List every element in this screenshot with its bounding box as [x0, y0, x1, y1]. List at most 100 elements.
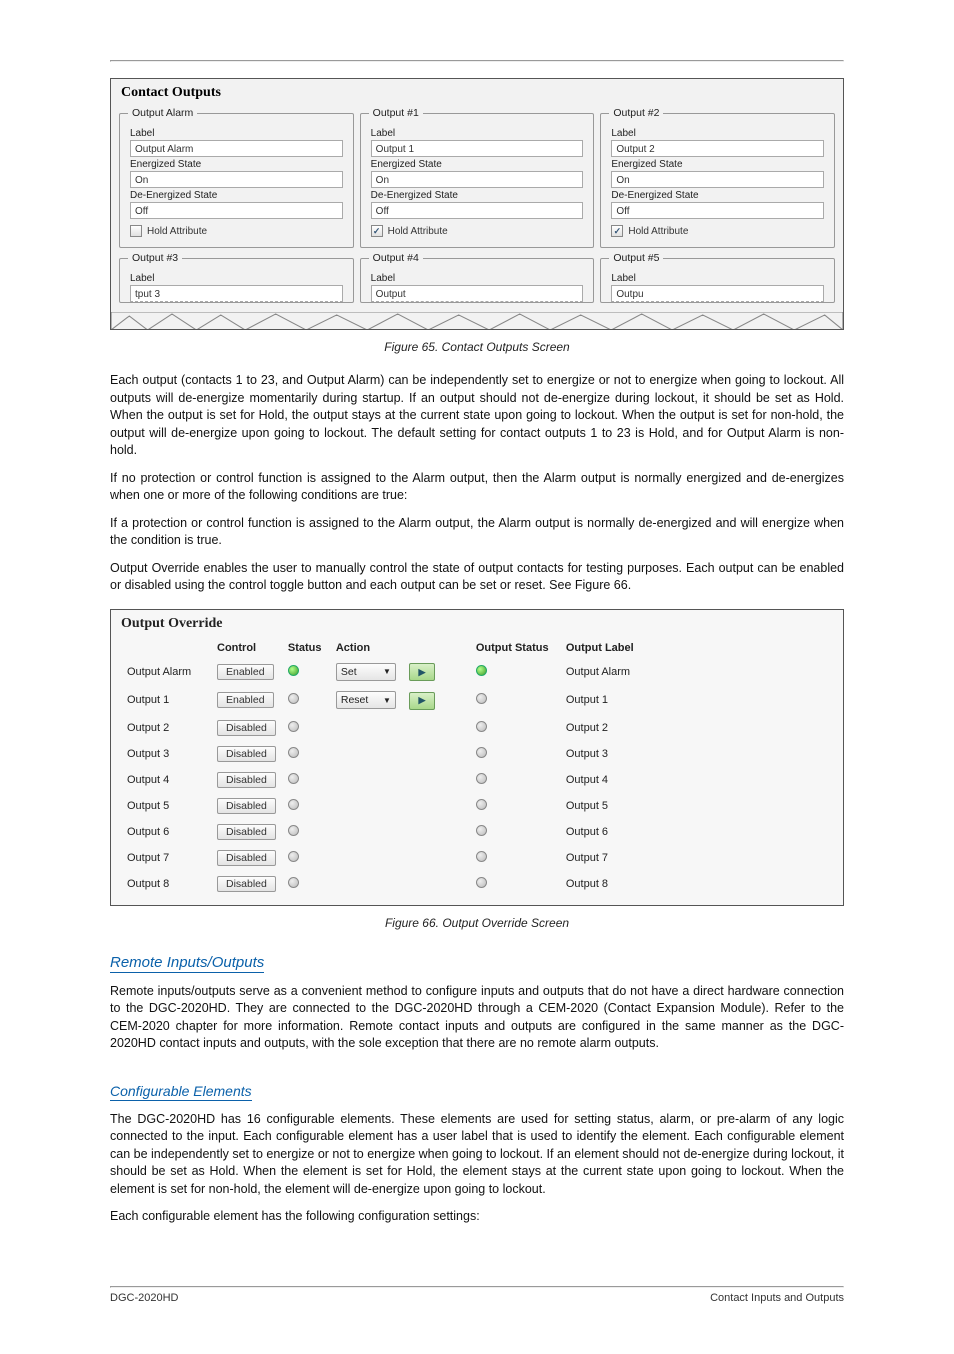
label-caption: Label — [371, 128, 584, 139]
hold-checkbox[interactable] — [611, 225, 623, 237]
energized-input[interactable]: On — [130, 171, 343, 188]
output-label: Output 8 — [560, 871, 833, 897]
row-name: Output 4 — [121, 767, 211, 793]
output-status-led — [476, 799, 487, 810]
control-toggle[interactable]: Disabled — [217, 772, 276, 788]
output-status-led — [476, 773, 487, 784]
row-name: Output 8 — [121, 871, 211, 897]
output-label: Output 2 — [560, 715, 833, 741]
footer: DGC-2020HD Contact Inputs and Outputs — [110, 1288, 844, 1314]
output-override-table: Control Status Action Output Status Outp… — [121, 638, 833, 897]
status-led — [288, 747, 299, 758]
contact-outputs-panel: Contact Outputs Output Alarm Label Outpu… — [110, 78, 844, 330]
para: If no protection or control function is … — [110, 470, 844, 505]
section-configurable-heading: Configurable Elements — [110, 1083, 252, 1101]
label-input[interactable]: Output Alarm — [130, 140, 343, 157]
label-input[interactable]: tput 3 — [130, 285, 343, 302]
status-led — [288, 799, 299, 810]
para-remote: Remote inputs/outputs serve as a conveni… — [110, 983, 844, 1053]
table-row: Output Alarm Enabled Set▼ ▶ Output Alarm — [121, 658, 833, 687]
label-input[interactable]: Output — [371, 285, 584, 302]
output-status-led — [476, 693, 487, 704]
status-led — [288, 877, 299, 888]
deenergized-input[interactable]: Off — [611, 202, 824, 219]
table-row: Output 1 Enabled Reset▼ ▶ Output 1 — [121, 686, 833, 715]
action-go-button[interactable]: ▶ — [409, 692, 435, 710]
fieldset-output-4: Output #4 Label Output — [360, 258, 595, 303]
label-caption: Label — [130, 273, 343, 284]
para-configurable: The DGC-2020HD has 16 configurable eleme… — [110, 1111, 844, 1199]
footer-right: Contact Inputs and Outputs — [710, 1292, 844, 1304]
para-configurable-list-intro: Each configurable element has the follow… — [110, 1208, 844, 1226]
output-status-led — [476, 747, 487, 758]
action-dropdown[interactable]: Set▼ — [336, 663, 396, 681]
fieldset-output-2: Output #2 Label Output 2 Energized State… — [600, 113, 835, 248]
status-led — [288, 721, 299, 732]
energized-input[interactable]: On — [611, 171, 824, 188]
legend: Output Alarm — [128, 107, 197, 119]
control-toggle[interactable]: Disabled — [217, 876, 276, 892]
legend: Output #4 — [369, 252, 423, 264]
col-control: Control — [211, 638, 282, 658]
table-row: Output 3 Disabled Output 3 — [121, 741, 833, 767]
hold-label: Hold Attribute — [147, 226, 207, 237]
output-status-led — [476, 721, 487, 732]
action-go-button[interactable]: ▶ — [409, 663, 435, 681]
label-caption: Label — [371, 273, 584, 284]
fieldset-output-alarm: Output Alarm Label Output Alarm Energize… — [119, 113, 354, 248]
control-toggle[interactable]: Disabled — [217, 720, 276, 736]
legend: Output #2 — [609, 107, 663, 119]
para: Each output (contacts 1 to 23, and Outpu… — [110, 372, 844, 460]
row-name: Output 1 — [121, 686, 211, 715]
status-led — [288, 773, 299, 784]
action-dropdown[interactable]: Reset▼ — [336, 691, 396, 709]
control-toggle[interactable]: Disabled — [217, 850, 276, 866]
control-toggle[interactable]: Disabled — [217, 824, 276, 840]
control-toggle[interactable]: Enabled — [217, 692, 274, 708]
energized-caption: Energized State — [611, 159, 824, 170]
output-status-led — [476, 877, 487, 888]
deenergized-input[interactable]: Off — [371, 202, 584, 219]
control-toggle[interactable]: Disabled — [217, 798, 276, 814]
status-led — [288, 665, 299, 676]
panel-title: Output Override — [121, 616, 833, 632]
figure-66-caption: Figure 66. Output Override Screen — [110, 916, 844, 930]
outputs-row-2: Output #3 Label tput 3 Output #4 Label O… — [119, 250, 835, 303]
label-input[interactable]: Output 2 — [611, 140, 824, 157]
table-row: Output 7 Disabled Output 7 — [121, 845, 833, 871]
figure-65-caption: Figure 65. Contact Outputs Screen — [110, 340, 844, 354]
deenergized-input[interactable]: Off — [130, 202, 343, 219]
deenergized-caption: De-Energized State — [130, 190, 343, 201]
status-led — [288, 825, 299, 836]
deenergized-caption: De-Energized State — [611, 190, 824, 201]
output-status-led — [476, 851, 487, 862]
hold-checkbox[interactable] — [130, 225, 142, 237]
legend: Output #5 — [609, 252, 663, 264]
output-label: Output 7 — [560, 845, 833, 871]
table-row: Output 2 Disabled Output 2 — [121, 715, 833, 741]
row-name: Output 6 — [121, 819, 211, 845]
row-name: Output 3 — [121, 741, 211, 767]
hold-label: Hold Attribute — [388, 226, 448, 237]
col-output-status: Output Status — [470, 638, 560, 658]
output-override-panel: Output Override Control Status Action Ou… — [110, 609, 844, 906]
torn-edge — [111, 311, 843, 329]
energized-caption: Energized State — [371, 159, 584, 170]
control-toggle[interactable]: Enabled — [217, 664, 274, 680]
status-led — [288, 851, 299, 862]
table-row: Output 5 Disabled Output 5 — [121, 793, 833, 819]
label-caption: Label — [611, 273, 824, 284]
legend: Output #1 — [369, 107, 423, 119]
hold-checkbox[interactable] — [371, 225, 383, 237]
hold-label: Hold Attribute — [628, 226, 688, 237]
label-input[interactable]: Outpu — [611, 285, 824, 302]
output-label: Output Alarm — [560, 658, 833, 687]
para: Output Override enables the user to manu… — [110, 560, 844, 595]
control-toggle[interactable]: Disabled — [217, 746, 276, 762]
output-label: Output 5 — [560, 793, 833, 819]
label-input[interactable]: Output 1 — [371, 140, 584, 157]
fieldset-output-1: Output #1 Label Output 1 Energized State… — [360, 113, 595, 248]
col-action: Action — [330, 638, 470, 658]
energized-caption: Energized State — [130, 159, 343, 170]
energized-input[interactable]: On — [371, 171, 584, 188]
